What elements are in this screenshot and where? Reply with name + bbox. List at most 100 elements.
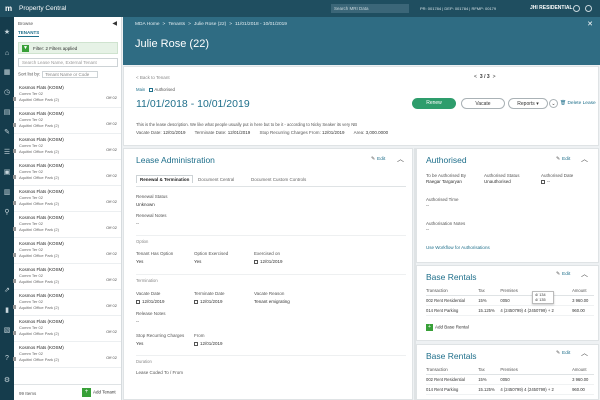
authorised-time-field: Authorised Time -- (426, 197, 459, 208)
list-item[interactable]: Kosmos Flats (KOSM) Comm Ter 02 Aquitini O… (13, 186, 121, 212)
list-item[interactable]: Kosmos Flats (KOSM) Comm Ter 02 Aquitini O… (13, 160, 121, 186)
edit-label: Edit (562, 157, 571, 162)
authorised-edit-button[interactable]: ✎ Edit (556, 157, 570, 162)
lock-icon (13, 227, 16, 231)
tools-icon[interactable]: ✎ (3, 129, 11, 136)
sort-label: Sort list by: (18, 71, 41, 77)
tab-tenants[interactable]: TENANTS (18, 30, 40, 37)
settings-icon[interactable]: ⚙ (3, 377, 11, 384)
back-to-tenant-link[interactable]: < Back to Tenant (136, 75, 170, 80)
close-icon[interactable]: ✕ (587, 20, 593, 28)
collapse-chevron-icon[interactable]: ︿ (581, 154, 588, 164)
list-item[interactable]: Kosmos Flats (KOSM) Comm Ter 02 Aquitini O… (13, 316, 121, 342)
tenant-status: Off 02 (106, 225, 117, 230)
tenant-status: Off 02 (106, 329, 117, 334)
renewal-notes-field: Renewal Notes -- (136, 213, 167, 226)
star-icon[interactable]: ★ (3, 29, 11, 36)
add-tenant-button[interactable]: + Add Tenant (82, 388, 116, 397)
notification-icon[interactable] (573, 5, 580, 12)
calendar-icon (194, 341, 198, 346)
option-exercised-value: Yes (194, 259, 202, 264)
document-icon[interactable]: ▤ (3, 109, 11, 116)
list-item[interactable]: Kosmos Flats (KOSM) Comm Ter 02 Aquitini O… (13, 82, 121, 108)
list-item[interactable]: Kosmos Flats (KOSM) Comm Ter 02 Aquitini O… (13, 290, 121, 316)
exercised-on-label: Exercised on (254, 251, 281, 256)
tenant-property: Aquitini Office Park (2) (19, 331, 59, 336)
collapse-icon[interactable]: ◀ (112, 20, 117, 27)
option-section-heading: Option (136, 235, 406, 244)
list-icon[interactable]: ☰ (3, 149, 11, 156)
list-item[interactable]: Kosmos Flats (KOSM) Comm Ter 02 Aquitini O… (13, 108, 121, 134)
lock-icon (13, 305, 16, 309)
tab-document-central[interactable]: Document Central (198, 177, 234, 182)
building-icon[interactable]: ▥ (3, 189, 11, 196)
edit-label: Edit (562, 272, 571, 277)
base-rentals-edit-button[interactable]: ✎ Edit (556, 272, 570, 277)
base-rentals-edit-button[interactable]: ✎ Edit (556, 351, 570, 356)
premises-tooltip: 4/ 134 4/ 135 (532, 291, 554, 304)
list-item[interactable]: Kosmos Flats (KOSM) Comm Ter 02 Aquitini O… (13, 238, 121, 264)
grid-icon[interactable]: ▦ (3, 69, 11, 76)
vacate-date-field: Vacate Date 12/01/2019 (136, 291, 165, 304)
tab-renewal-termination[interactable]: Renewal & Termination (136, 175, 194, 183)
table-cell: 3 960.00 (572, 374, 594, 385)
area-meta-label: Area: (353, 130, 365, 135)
clock-icon[interactable]: ◷ (3, 89, 11, 96)
authorisation-notes-value: -- (426, 227, 429, 232)
report-icon[interactable]: ▧ (3, 327, 11, 334)
collapse-chevron-icon[interactable]: ︿ (581, 269, 588, 279)
sort-select[interactable]: Tenant Name or Code (42, 71, 99, 78)
collapse-chevron-icon[interactable]: ︿ (581, 348, 588, 358)
exercised-on-value: 12/01/2019 (260, 259, 283, 264)
lock-icon (13, 357, 16, 361)
table-row[interactable]: 014 Rent Parking 15.125% 4 (2450799) 4 (… (426, 305, 594, 316)
pager-prev-button[interactable]: < (474, 74, 477, 80)
collapse-chevron-icon[interactable]: ︿ (397, 154, 404, 164)
filter-bar[interactable]: ▼ Filter: 2 Filters applied (18, 42, 118, 54)
user-icon[interactable] (585, 5, 592, 12)
breadcrumb-item[interactable]: 11/01/2018 - 10/01/2019 (235, 22, 287, 27)
tenant-unit: Comm Ter 02 (19, 169, 43, 174)
list-item[interactable]: Kosmos Flats (KOSM) Comm Ter 02 Aquitini O… (13, 264, 121, 290)
page-header: MDA Home > Tenants > Julie Rose (22) >11/01/2… (123, 17, 600, 65)
breadcrumb-item[interactable]: Julie Rose (22) (194, 22, 226, 27)
list-item[interactable]: Kosmos Flats (KOSM) Comm Ter 02 Aquitini O… (13, 212, 121, 238)
more-icon[interactable]: ⌄ (549, 99, 558, 108)
release-notes-field: Release Notes -- (136, 311, 166, 324)
breadcrumb-item[interactable]: MDA Home (135, 22, 160, 27)
use-workflow-link[interactable]: Use Workflow for Authorisations (426, 245, 490, 250)
delete-lease-button[interactable]: 🗑 Delete Lease (560, 101, 596, 106)
logo-icon[interactable]: m (5, 4, 15, 13)
duration-section-heading: Duration (136, 355, 406, 364)
renew-button[interactable]: Renew (412, 98, 456, 109)
site-selector[interactable]: JHI RESIDENTIAL (530, 0, 573, 17)
tenant-status: Off 02 (106, 303, 117, 308)
authorised-status-field: Authorised Status Unauthorised (484, 173, 520, 184)
terminate-meta-value: 12/01/2019 (227, 130, 251, 135)
lease-admin-edit-button[interactable]: ✎ Edit (371, 157, 385, 162)
global-search-input[interactable]: Search MRI Data (331, 4, 409, 13)
authorised-by-label: To be Authorised By (426, 173, 467, 178)
table-row[interactable]: 002 Rent Residential 15% 0050 3 960.00 (426, 295, 594, 306)
tenant-search-input[interactable]: Search Lease Name, External Tenant (18, 58, 118, 67)
tenant-unit: Comm Ter 02 (19, 91, 43, 96)
table-cell: 15.125% (478, 384, 501, 395)
table-row[interactable]: 002 Rent Residential 15% 0050 3 960.00 (426, 374, 594, 385)
breadcrumb-item[interactable]: Tenants (168, 22, 185, 27)
external-link-icon[interactable]: ⇗ (3, 287, 11, 294)
list-item[interactable]: Kosmos Flats (KOSM) Comm Ter 02 Aquitini O… (13, 342, 121, 368)
tab-document-custom-controls[interactable]: Document Custom Controls (251, 177, 306, 182)
list-item[interactable]: Kosmos Flats (KOSM) Comm Ter 02 Aquitini O… (13, 134, 121, 160)
tenant-unit: Comm Ter 02 (19, 325, 43, 330)
reports-button[interactable]: Reports ▾ (508, 98, 548, 109)
vacate-button[interactable]: Vacate (461, 98, 505, 109)
pager-next-button[interactable]: > (493, 74, 496, 80)
chart-icon[interactable]: ▮ (3, 307, 11, 314)
table-row[interactable]: 014 Rent Parking 15.125% 4 (2450799) 4 (… (426, 384, 594, 395)
home-icon[interactable]: ⌂ (3, 50, 11, 57)
add-base-rental-button[interactable]: + Add Base Rental (426, 324, 469, 331)
help-icon[interactable]: ? (3, 355, 11, 362)
contacts-icon[interactable]: ▣ (3, 169, 11, 176)
search-icon[interactable]: ⚲ (3, 209, 11, 216)
sort-control: Sort list by: Tenant Name or Code (18, 71, 99, 78)
